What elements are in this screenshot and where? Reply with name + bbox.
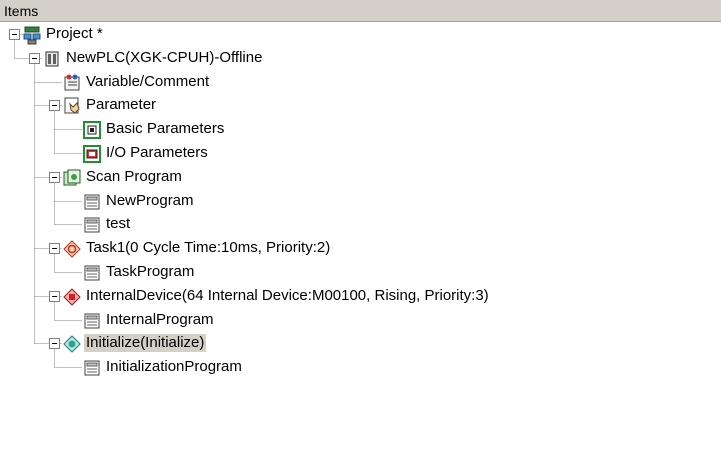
collapse-toggle-icon[interactable]	[49, 100, 60, 112]
tree-node-label[interactable]: Task1(0 Cycle Time:10ms, Priority:2)	[84, 239, 332, 257]
tree-node[interactable]: InternalProgram	[0, 310, 721, 334]
tree-node[interactable]: TaskProgram	[0, 262, 721, 286]
program-icon	[82, 263, 102, 283]
tree-node-label[interactable]: NewProgram	[104, 192, 196, 210]
tree-node[interactable]: test	[0, 214, 721, 238]
tree-node-label[interactable]: test	[104, 215, 132, 233]
tree-node[interactable]: InitializationProgram	[0, 357, 721, 381]
items-panel-header: Items	[0, 0, 721, 22]
tree-node-label[interactable]: Basic Parameters	[104, 120, 226, 138]
tree-node[interactable]: Basic Parameters	[0, 119, 721, 143]
tree-node-label[interactable]: I/O Parameters	[104, 144, 210, 162]
program-icon	[82, 192, 102, 212]
collapse-toggle-icon[interactable]	[9, 29, 20, 40]
tree-node-label[interactable]: Parameter	[84, 96, 158, 114]
cyclic-task-icon	[62, 239, 82, 259]
collapse-toggle-icon[interactable]	[49, 338, 60, 350]
tree-node-label[interactable]: Initialize(Initialize)	[84, 334, 207, 353]
collapse-toggle-icon[interactable]	[49, 290, 60, 302]
variable-comment-icon	[62, 73, 82, 93]
project-icon	[22, 25, 42, 45]
tree-node-label[interactable]: Scan Program	[84, 168, 184, 186]
tree-node[interactable]: Variable/Comment	[0, 72, 721, 96]
tree-node[interactable]: Scan Program	[0, 167, 721, 191]
tree-node-label[interactable]: InitializationProgram	[104, 358, 244, 376]
tree-node[interactable]: Parameter	[0, 95, 721, 119]
program-icon	[82, 215, 102, 235]
tree-node-label[interactable]: Variable/Comment	[84, 73, 211, 91]
tree-node[interactable]: NewPLC(XGK-CPUH)-Offline	[0, 48, 721, 72]
collapse-toggle-icon[interactable]	[29, 52, 40, 64]
tree-node[interactable]: I/O Parameters	[0, 143, 721, 167]
tree-node[interactable]: Project *	[0, 24, 721, 48]
tree-node[interactable]: Task1(0 Cycle Time:10ms, Priority:2)	[0, 238, 721, 262]
tree-node-label[interactable]: TaskProgram	[104, 263, 196, 281]
collapse-toggle-icon[interactable]	[49, 243, 60, 255]
io-parameters-icon	[82, 144, 102, 164]
tree-node-label[interactable]: InternalDevice(64 Internal Device:M00100…	[84, 287, 491, 305]
basic-parameters-icon	[82, 120, 102, 140]
tree-node-label[interactable]: NewPLC(XGK-CPUH)-Offline	[64, 49, 264, 67]
tree-node[interactable]: NewProgram	[0, 191, 721, 215]
program-icon	[82, 311, 102, 331]
tree-node-label[interactable]: InternalProgram	[104, 311, 216, 329]
internal-device-task-icon	[62, 287, 82, 307]
collapse-toggle-icon[interactable]	[49, 171, 60, 183]
project-tree[interactable]: Project * NewPLC(XGK-CPUH)-Offline Variabl…	[0, 22, 721, 466]
parameter-icon	[62, 96, 82, 116]
tree-node[interactable]: InternalDevice(64 Internal Device:M00100…	[0, 286, 721, 310]
scan-program-icon	[62, 168, 82, 188]
items-panel-title: Items	[4, 3, 39, 19]
tree-node[interactable]: Initialize(Initialize)	[0, 333, 721, 357]
program-icon	[82, 358, 102, 378]
plc-icon	[42, 49, 62, 69]
initialize-task-icon	[62, 334, 82, 354]
tree-node-label[interactable]: Project *	[44, 25, 105, 43]
